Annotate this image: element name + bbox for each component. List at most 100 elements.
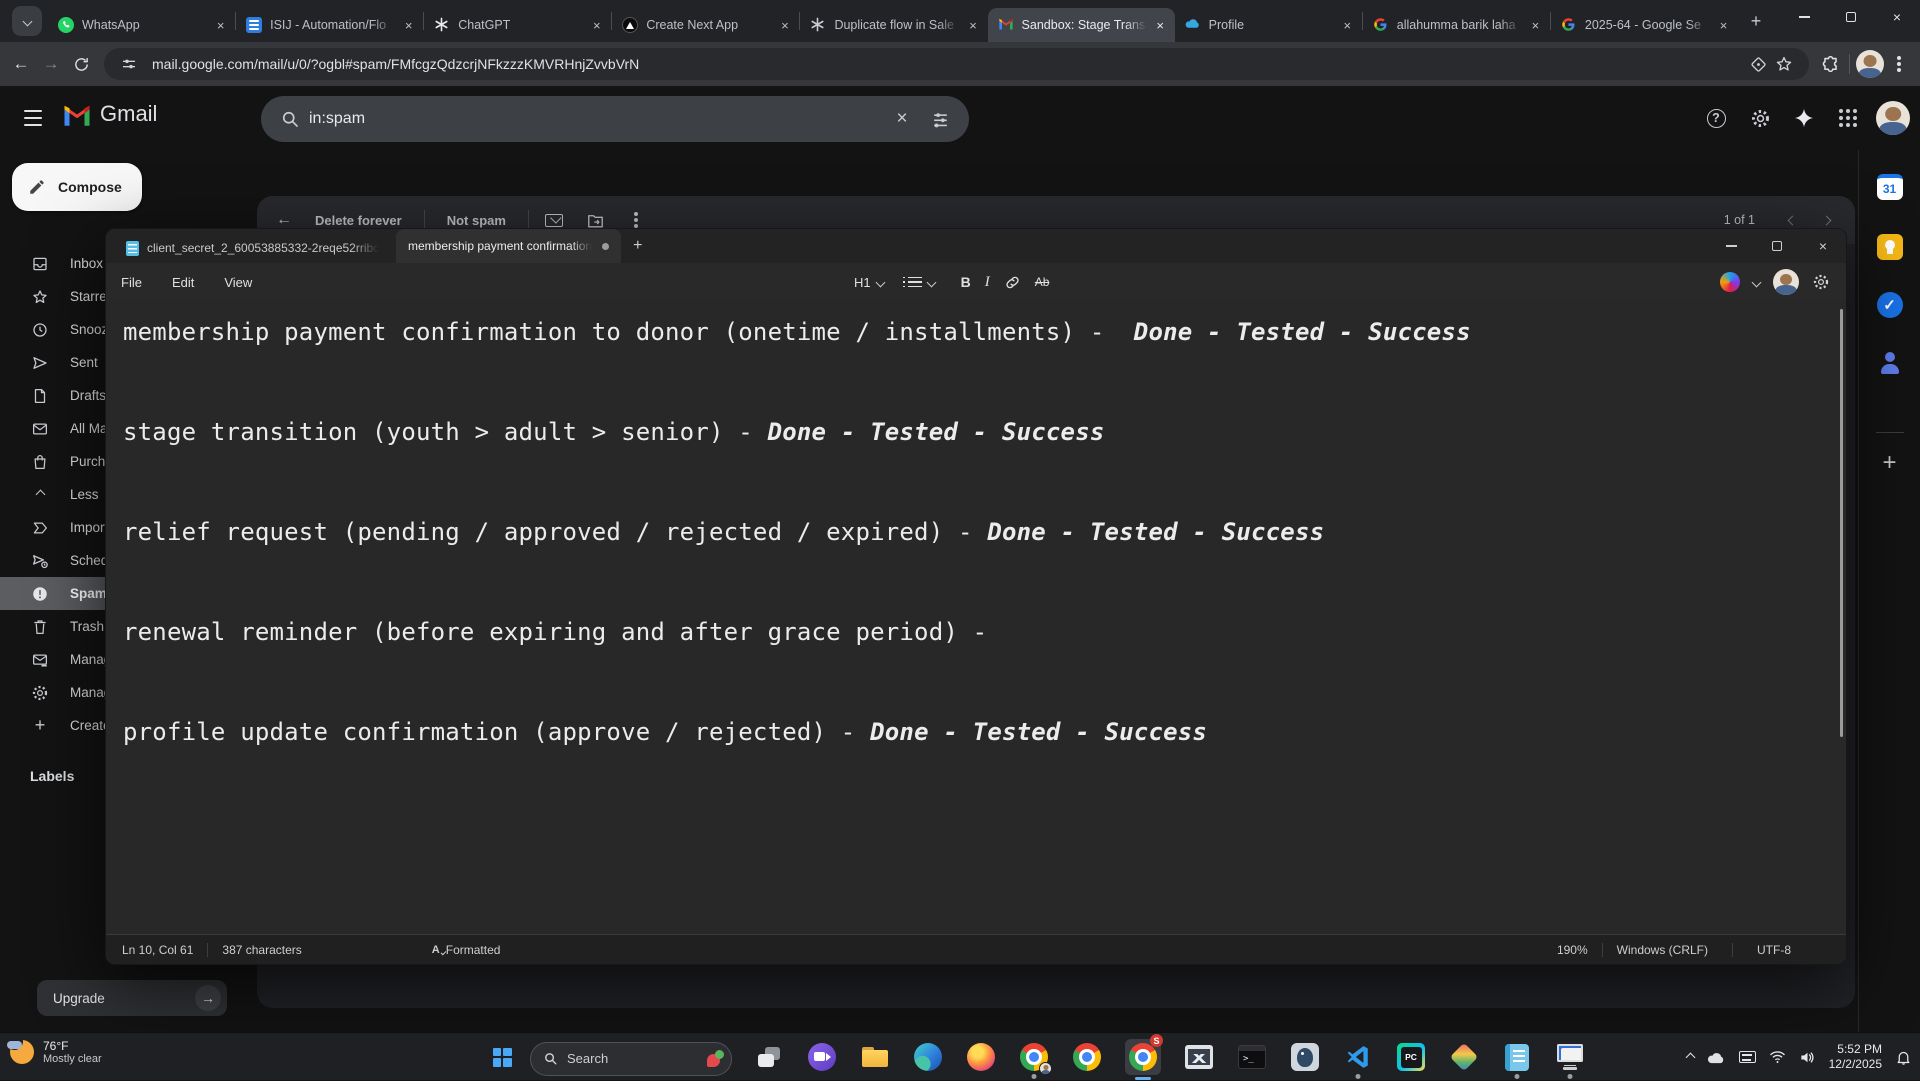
browser-profile-avatar[interactable] xyxy=(1856,50,1884,78)
italic-button[interactable]: I xyxy=(985,274,990,291)
browser-tab-whatsapp[interactable]: WhatsApp × xyxy=(48,8,235,42)
browser-menu-button[interactable] xyxy=(1884,49,1914,79)
tab-close-icon[interactable]: × xyxy=(1339,17,1356,34)
browser-tab-chatgpt[interactable]: ChatGPT × xyxy=(424,8,611,42)
bold-button[interactable]: B xyxy=(961,274,971,290)
browser-tab-profile[interactable]: Profile × xyxy=(1175,8,1362,42)
notes-app-button[interactable] xyxy=(1502,1042,1532,1072)
tab-close-icon[interactable]: × xyxy=(1715,17,1732,34)
browser-tab-isij[interactable]: ISIJ - Automation/Flo × xyxy=(236,8,423,42)
notepad-settings-button[interactable] xyxy=(1812,273,1830,291)
maximize-button[interactable] xyxy=(1828,0,1874,34)
chat-app-button[interactable] xyxy=(807,1042,837,1072)
chevron-down-icon[interactable] xyxy=(1752,277,1762,287)
tab-close-icon[interactable]: × xyxy=(1527,17,1544,34)
google-apps-button[interactable] xyxy=(1828,98,1868,138)
menu-edit[interactable]: Edit xyxy=(157,275,209,290)
minimize-button[interactable] xyxy=(1782,0,1828,34)
reload-button[interactable] xyxy=(66,49,96,79)
start-button[interactable] xyxy=(482,1037,522,1077)
compose-button[interactable]: Compose xyxy=(12,163,142,211)
onedrive-button[interactable] xyxy=(1707,1051,1726,1064)
notepad-tab-client-secret[interactable]: client_secret_2_60053885332-2reqe52rribc xyxy=(114,233,396,263)
remote-monitor-button[interactable] xyxy=(1555,1042,1585,1072)
gmail-search-bar[interactable]: × xyxy=(261,96,969,142)
back-button[interactable]: ← xyxy=(6,49,36,79)
tab-close-icon[interactable]: × xyxy=(965,17,982,34)
notepad-account-avatar[interactable] xyxy=(1773,269,1799,295)
menu-view[interactable]: View xyxy=(209,275,267,290)
chrome-profile2-button[interactable] xyxy=(1072,1042,1102,1072)
postgresql-button[interactable] xyxy=(1290,1042,1320,1072)
pycharm-button[interactable]: PC xyxy=(1396,1042,1426,1072)
tasks-panel-button[interactable]: ✓ xyxy=(1875,290,1905,320)
forward-button[interactable]: → xyxy=(36,49,66,79)
tab-close-icon[interactable]: × xyxy=(1152,17,1169,34)
minimize-button[interactable] xyxy=(1708,229,1754,263)
browser-tab-gmail-active[interactable]: Sandbox: Stage Trans × xyxy=(988,8,1175,42)
task-view-button[interactable] xyxy=(754,1042,784,1072)
tab-close-icon[interactable]: × xyxy=(400,17,417,34)
file-explorer-button[interactable] xyxy=(860,1042,890,1072)
hidden-icons-button[interactable] xyxy=(1687,1054,1694,1061)
settings-button[interactable] xyxy=(1740,98,1780,138)
terminal-button[interactable] xyxy=(1237,1042,1267,1072)
touch-keyboard-button[interactable] xyxy=(1739,1051,1756,1063)
contacts-panel-button[interactable] xyxy=(1875,348,1905,378)
browser-tab-allahumma[interactable]: allahumma barik laha × xyxy=(1363,8,1550,42)
tab-close-icon[interactable]: × xyxy=(588,17,605,34)
taskbar-clock[interactable]: 5:52 PM 12/2/2025 xyxy=(1829,1042,1882,1072)
notepad-tab-membership[interactable]: membership payment confirmation xyxy=(396,229,621,263)
weather-widget[interactable]: 76°F Mostly clear xyxy=(10,1039,102,1065)
close-button[interactable]: × xyxy=(1874,0,1920,34)
close-button[interactable]: × xyxy=(1800,229,1846,263)
encoding[interactable]: UTF-8 xyxy=(1757,943,1791,957)
clear-search-icon[interactable]: × xyxy=(883,100,921,138)
tab-close-icon[interactable]: × xyxy=(212,17,229,34)
keep-panel-button[interactable] xyxy=(1875,232,1905,262)
get-addons-button[interactable]: + xyxy=(1875,448,1905,478)
search-filter-icon[interactable] xyxy=(921,100,959,138)
line-ending[interactable]: Windows (CRLF) xyxy=(1617,943,1708,957)
format-state[interactable]: A Formatted xyxy=(432,943,501,957)
zoom-level[interactable]: 190% xyxy=(1557,943,1588,957)
gmail-account-avatar[interactable] xyxy=(1876,101,1910,135)
calendar-panel-button[interactable]: 31 xyxy=(1875,172,1905,202)
tab-close-icon[interactable]: × xyxy=(776,17,793,34)
bookmark-star-icon[interactable] xyxy=(1771,51,1797,77)
search-icon[interactable] xyxy=(271,100,309,138)
reading-mode-icon[interactable] xyxy=(1745,51,1771,77)
search-input[interactable] xyxy=(309,110,883,128)
upgrade-button[interactable]: Upgrade → xyxy=(37,980,227,1016)
site-settings-icon[interactable] xyxy=(116,51,142,77)
volume-button[interactable] xyxy=(1799,1050,1816,1065)
wifi-button[interactable] xyxy=(1769,1050,1786,1064)
tab-search-button[interactable] xyxy=(12,6,42,36)
text-editor-area[interactable]: membership payment confirmation to donor… xyxy=(106,301,1846,934)
url-text[interactable]: mail.google.com/mail/u/0/?ogbl#spam/FMfc… xyxy=(152,56,1745,72)
browser-tab-create-next-app[interactable]: Create Next App × xyxy=(612,8,799,42)
chrome-profile3-button-active[interactable]: S xyxy=(1125,1039,1161,1075)
copilot-icon[interactable] xyxy=(1720,272,1740,292)
maximize-button[interactable] xyxy=(1754,229,1800,263)
clear-format-button[interactable]: Ab xyxy=(1035,275,1050,289)
not-spam-button[interactable]: Not spam xyxy=(447,213,506,228)
extensions-icon[interactable] xyxy=(1817,51,1843,77)
insert-link-button[interactable] xyxy=(1004,274,1021,291)
chrome-profile1-button[interactable] xyxy=(1019,1042,1049,1072)
notepad-new-tab-button[interactable]: + xyxy=(633,237,642,255)
taskbar-search-box[interactable]: Search xyxy=(530,1042,732,1076)
heading-dropdown[interactable]: H1 xyxy=(854,275,884,290)
help-button[interactable]: ? xyxy=(1696,98,1736,138)
notifications-button[interactable] xyxy=(1895,1049,1912,1066)
gemini-button[interactable] xyxy=(1784,98,1824,138)
system-monitor-button[interactable] xyxy=(1184,1042,1214,1072)
menu-file[interactable]: File xyxy=(106,275,157,290)
list-dropdown[interactable] xyxy=(908,277,935,288)
browser-tab-duplicate-flow[interactable]: Duplicate flow in Sale × xyxy=(800,8,987,42)
delete-forever-button[interactable]: Delete forever xyxy=(315,213,402,228)
browser-tab-google-search[interactable]: 2025-64 - Google Se × xyxy=(1551,8,1738,42)
firefox-button[interactable] xyxy=(966,1042,996,1072)
address-bar[interactable]: mail.google.com/mail/u/0/?ogbl#spam/FMfc… xyxy=(104,48,1809,80)
vscode-button[interactable] xyxy=(1343,1042,1373,1072)
